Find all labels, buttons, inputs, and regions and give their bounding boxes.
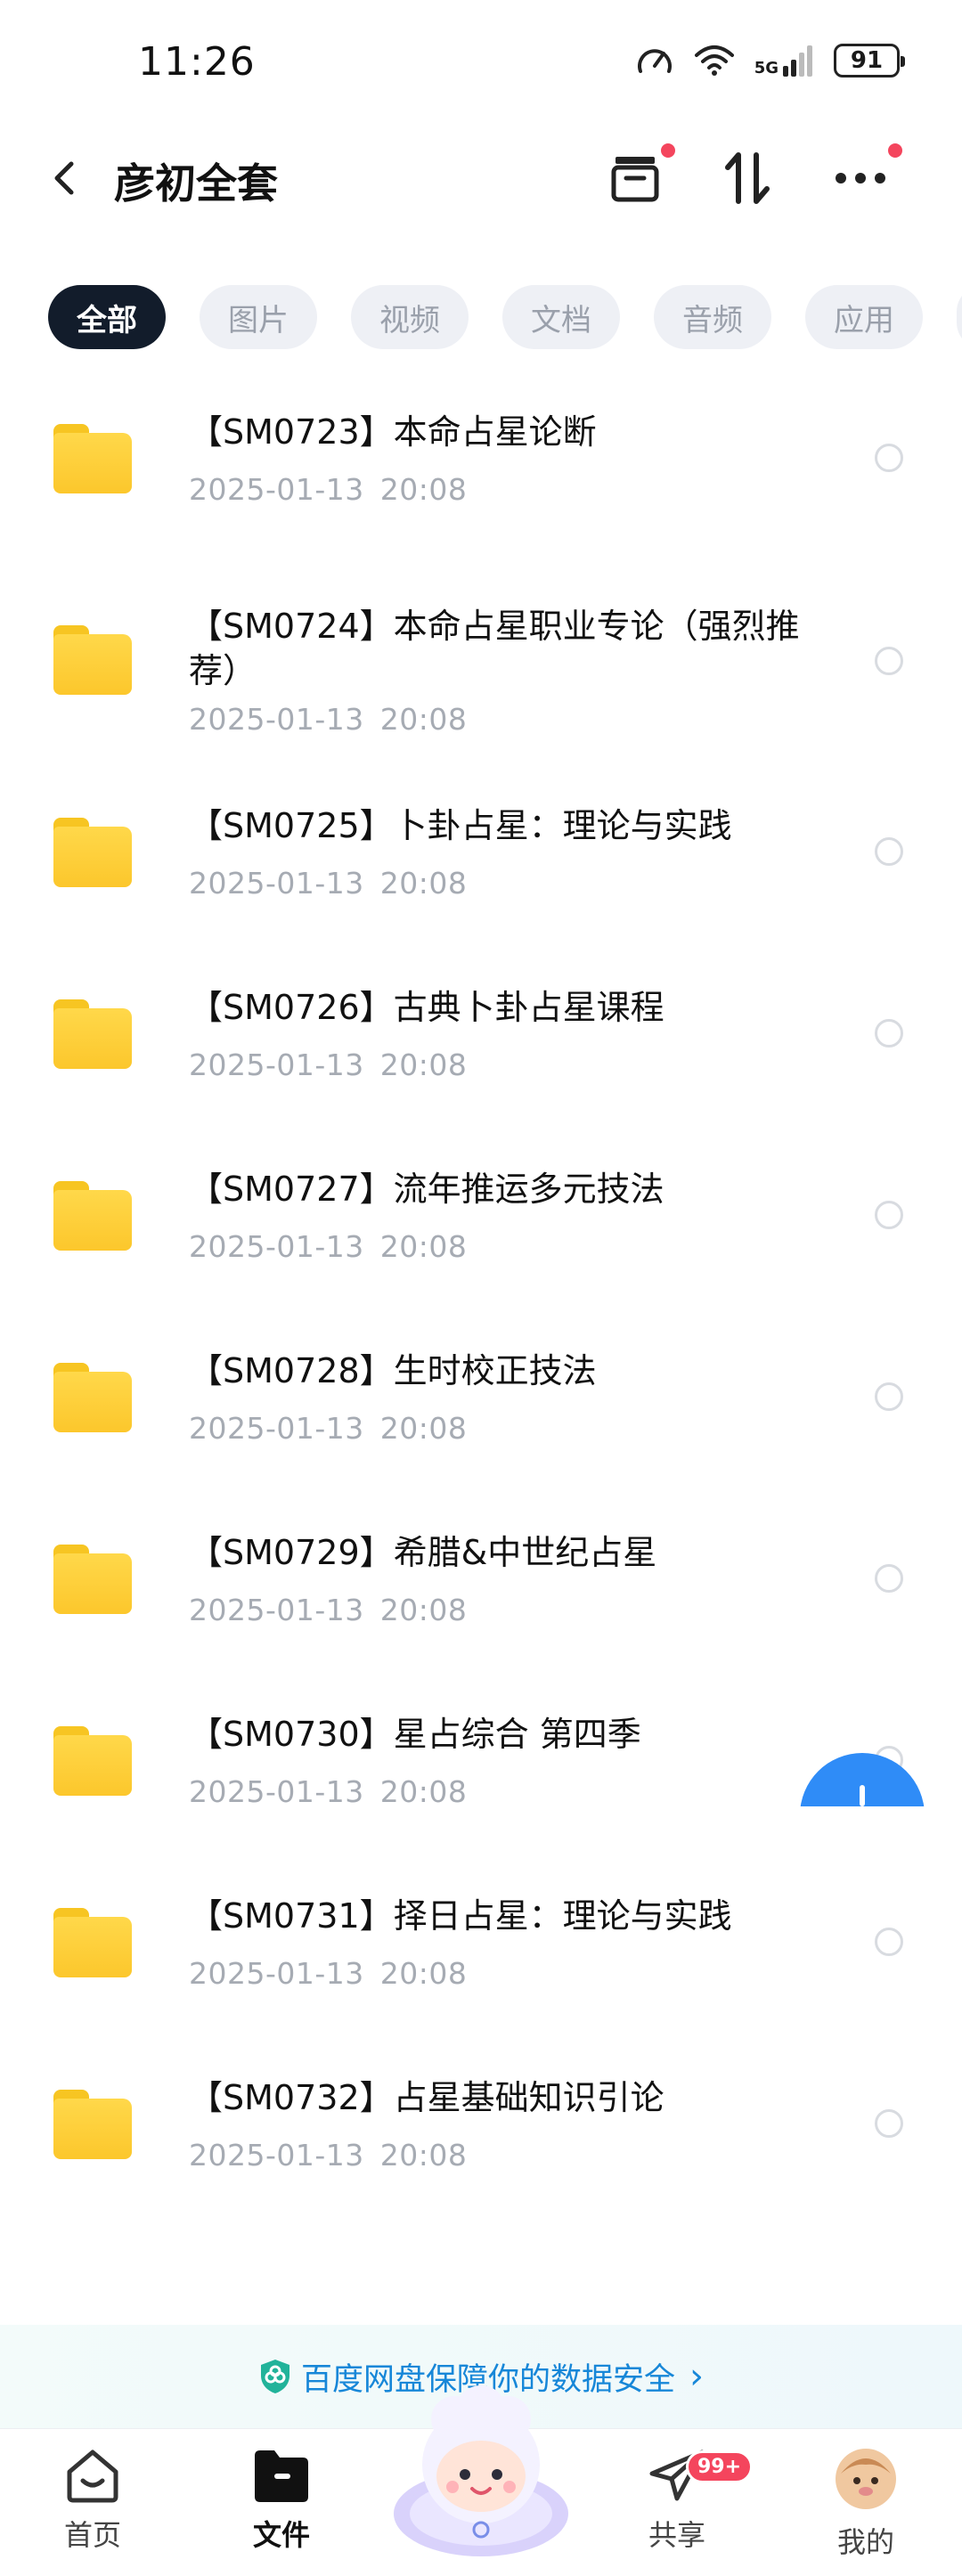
file-name: 【SM0725】卜卦占星：理论与实践 [189,806,732,845]
battery-icon: 91 [834,44,905,77]
file-date: 2025-01-13 20:08 [189,1593,468,1627]
mascot-button[interactable] [383,2380,579,2558]
folder-icon [53,625,132,695]
list-item[interactable]: 【SM0725】卜卦占星：理论与实践 2025-01-13 20:08 [0,782,962,964]
folder-icon [53,818,132,887]
file-list: 【SM0723】本命占星论断 2025-01-13 20:08 【SM0724】本… [0,383,962,2236]
folder-icon [53,424,132,493]
folder-icon [53,1181,132,1251]
file-name: 【SM0727】流年推运多元技法 [189,1170,664,1209]
select-radio[interactable] [875,1019,903,1048]
file-name: 【SM0723】本命占星论断 [189,412,597,452]
nav-home[interactable]: 首页 [39,2447,146,2554]
battery-level: 91 [850,47,884,74]
sort-icon [725,152,770,204]
folder-icon [53,1726,132,1796]
nav-mine[interactable]: 我的 [812,2447,919,2561]
status-time: 11:26 [138,39,256,85]
filter-tabs: 全部 图片 视频 文档 音频 应用 [48,285,962,353]
file-date: 2025-01-13 20:08 [189,702,468,737]
file-name: 【SM0728】生时校正技法 [189,1351,597,1390]
status-bar: 11:26 5G 91 [0,0,962,125]
file-name: 【SM0732】占星基础知识引论 [189,2078,664,2117]
chevron-right-icon: › [689,2356,704,2397]
share-badge: 99+ [686,2450,754,2483]
nav-mine-label: 我的 [836,2525,894,2559]
back-icon[interactable] [45,157,87,200]
nav-home-label: 首页 [63,2518,121,2552]
select-radio[interactable] [875,1382,903,1411]
network-type: 5G [754,59,779,77]
file-name: 【SM0730】星占综合 第四季 [189,1715,641,1754]
files-icon [255,2450,308,2502]
nav-share-label: 共享 [648,2518,705,2552]
list-item[interactable]: 【SM0723】本命占星论断 2025-01-13 20:08 [0,383,962,579]
list-item[interactable]: 【SM0727】流年推运多元技法 2025-01-13 20:08 [0,1145,962,1327]
list-item[interactable]: 【SM0726】古典卜卦占星课程 2025-01-13 20:08 [0,964,962,1145]
select-radio[interactable] [875,444,903,472]
nav-files-label: 文件 [252,2518,310,2552]
avatar [836,2449,896,2509]
list-item[interactable]: 【SM0732】占星基础知识引论 2025-01-13 20:08 [0,2054,962,2236]
folder-icon [53,1363,132,1432]
list-item[interactable]: 【SM0731】择日占星：理论与实践 2025-01-13 20:08 [0,1872,962,2054]
notification-dot [658,141,678,160]
list-item[interactable]: 【SM0729】希腊&中世纪占星 2025-01-13 20:08 [0,1509,962,1691]
notification-dot [885,141,905,160]
file-date: 2025-01-13 20:08 [189,472,468,507]
tab-documents[interactable]: 文档 [502,285,620,349]
more-icon [836,173,885,183]
home-icon [67,2450,118,2503]
file-name: 【SM0726】古典卜卦占星课程 [189,988,664,1027]
select-radio[interactable] [875,837,903,866]
sort-button[interactable] [715,146,779,210]
file-date: 2025-01-13 20:08 [189,2138,468,2172]
select-radio[interactable] [875,1928,903,1956]
select-radio[interactable] [875,647,903,675]
archive-icon [611,157,659,202]
tab-all[interactable]: 全部 [48,285,166,349]
archive-button[interactable] [603,141,678,210]
wifi-icon [694,45,734,76]
file-date: 2025-01-13 20:08 [189,1411,468,1446]
file-date: 2025-01-13 20:08 [189,1956,468,1991]
header: 彦初全套 [0,125,962,232]
tab-audio[interactable]: 音频 [654,285,771,349]
folder-icon [53,999,132,1069]
more-button[interactable] [828,141,905,210]
speed-icon [637,49,672,73]
plus-icon [860,1785,865,1806]
folder-icon [53,1545,132,1614]
select-radio[interactable] [875,1201,903,1229]
page-title: 彦初全套 [114,159,278,208]
tab-images[interactable]: 图片 [200,285,317,349]
file-name: 【SM0729】希腊&中世纪占星 [189,1533,657,1572]
file-date: 2025-01-13 20:08 [189,1048,468,1082]
signal-icon: 5G [754,45,814,77]
tab-apps[interactable]: 应用 [805,285,923,349]
tab-videos[interactable]: 视频 [351,285,469,349]
select-radio[interactable] [875,2109,903,2138]
list-item[interactable]: 【SM0728】生时校正技法 2025-01-13 20:08 [0,1327,962,1509]
file-name: 【SM0724】本命占星职业专论（强烈推荐） [189,607,800,690]
shield-icon [260,2360,289,2393]
status-icons: 5G 91 [635,43,905,78]
nav-share[interactable]: 共享 99+ [624,2447,754,2554]
file-name: 【SM0731】择日占星：理论与实践 [189,1896,732,1936]
file-date: 2025-01-13 20:08 [189,1229,468,1264]
file-date: 2025-01-13 20:08 [189,1774,468,1809]
select-radio[interactable] [875,1564,903,1593]
list-item[interactable]: 【SM0724】本命占星职业专论（强烈推荐） 2025-01-13 20:08 [0,579,962,782]
folder-icon [53,1908,132,1977]
add-button[interactable] [800,1753,925,1806]
nav-files[interactable]: 文件 [228,2447,335,2554]
file-date: 2025-01-13 20:08 [189,866,468,901]
tab-more[interactable] [957,285,962,349]
folder-icon [53,2090,132,2159]
